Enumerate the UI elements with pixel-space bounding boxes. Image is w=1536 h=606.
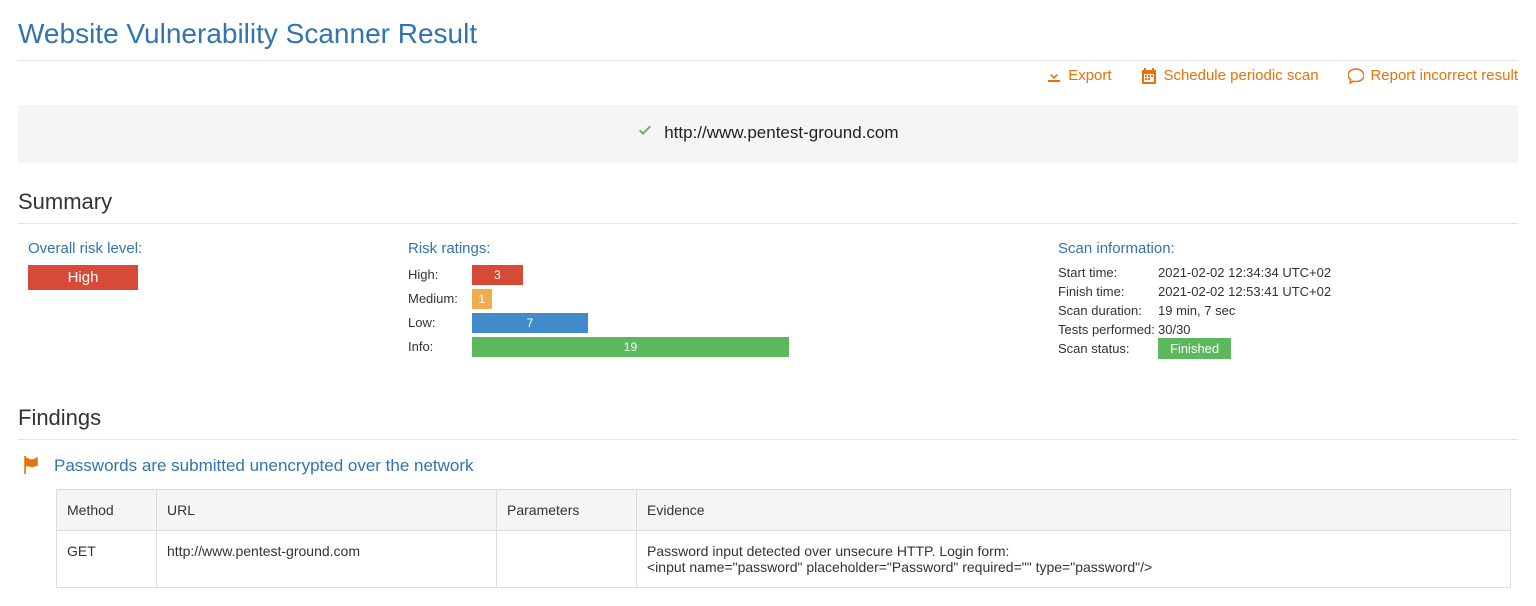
rating-label-low: Low: xyxy=(408,315,472,330)
overall-risk-badge: High xyxy=(28,265,138,290)
finding-title: Passwords are submitted unencrypted over… xyxy=(54,456,474,476)
col-parameters: Parameters xyxy=(497,489,637,530)
rating-row-info: Info: 19 xyxy=(408,337,1038,357)
evidence-line-1: Password input detected over unsecure HT… xyxy=(647,543,1500,559)
rating-row-low: Low: 7 xyxy=(408,313,1038,333)
rating-bar-medium: 1 xyxy=(472,289,492,309)
scan-status-badge: Finished xyxy=(1158,338,1231,359)
scan-finish-value: 2021-02-02 12:53:41 UTC+02 xyxy=(1158,284,1331,299)
finding-table: Method URL Parameters Evidence GET http:… xyxy=(56,489,1511,588)
scan-status-row: Scan status: Finished xyxy=(1058,341,1518,356)
rating-bar-info: 19 xyxy=(472,337,789,357)
target-bar: http://www.pentest-ground.com xyxy=(18,105,1518,163)
findings-heading: Findings xyxy=(18,405,1518,431)
rating-row-medium: Medium: 1 xyxy=(408,289,1038,309)
cell-parameters xyxy=(497,530,637,587)
report-button[interactable]: Report incorrect result xyxy=(1348,67,1518,84)
table-row: GET http://www.pentest-ground.com Passwo… xyxy=(57,530,1511,587)
scan-finish-row: Finish time: 2021-02-02 12:53:41 UTC+02 xyxy=(1058,284,1518,299)
scan-start-label: Start time: xyxy=(1058,265,1158,280)
risk-ratings-heading: Risk ratings: xyxy=(408,240,1038,257)
risk-ratings-col: Risk ratings: High: 3 Medium: 1 Low: 7 I… xyxy=(408,240,1038,361)
check-icon xyxy=(637,124,653,145)
scan-tests-value: 30/30 xyxy=(1158,322,1191,337)
scan-duration-value: 19 min, 7 sec xyxy=(1158,303,1235,318)
overall-risk-heading: Overall risk level: xyxy=(28,240,388,257)
calendar-icon xyxy=(1141,68,1157,84)
schedule-button[interactable]: Schedule periodic scan xyxy=(1141,67,1318,84)
comment-icon xyxy=(1348,68,1364,84)
rating-label-high: High: xyxy=(408,267,472,282)
page-title: Website Vulnerability Scanner Result xyxy=(18,18,1518,50)
col-method: Method xyxy=(57,489,157,530)
actions-bar: Export Schedule periodic scan Report inc… xyxy=(18,67,1518,87)
table-header-row: Method URL Parameters Evidence xyxy=(57,489,1511,530)
cell-evidence: Password input detected over unsecure HT… xyxy=(637,530,1511,587)
scan-info-heading: Scan information: xyxy=(1058,240,1518,257)
scan-info-col: Scan information: Start time: 2021-02-02… xyxy=(1058,240,1518,360)
download-icon xyxy=(1046,68,1062,84)
export-button[interactable]: Export xyxy=(1046,67,1111,84)
title-divider xyxy=(18,60,1518,61)
scan-tests-label: Tests performed: xyxy=(1058,322,1158,337)
scan-start-row: Start time: 2021-02-02 12:34:34 UTC+02 xyxy=(1058,265,1518,280)
summary-heading: Summary xyxy=(18,189,1518,215)
rating-label-medium: Medium: xyxy=(408,291,472,306)
target-url: http://www.pentest-ground.com xyxy=(664,123,898,142)
summary-divider xyxy=(18,223,1518,224)
export-label: Export xyxy=(1068,67,1111,84)
cell-method: GET xyxy=(57,530,157,587)
scan-finish-label: Finish time: xyxy=(1058,284,1158,299)
findings-divider xyxy=(18,439,1518,440)
scan-duration-label: Scan duration: xyxy=(1058,303,1158,318)
rating-row-high: High: 3 xyxy=(408,265,1038,285)
col-url: URL xyxy=(157,489,497,530)
scan-duration-row: Scan duration: 19 min, 7 sec xyxy=(1058,303,1518,318)
schedule-label: Schedule periodic scan xyxy=(1163,67,1318,84)
cell-url: http://www.pentest-ground.com xyxy=(157,530,497,587)
evidence-line-2: <input name="password" placeholder="Pass… xyxy=(647,559,1500,575)
rating-bar-low: 7 xyxy=(472,313,588,333)
rating-bar-high: 3 xyxy=(472,265,523,285)
flag-icon xyxy=(22,456,40,477)
scan-tests-row: Tests performed: 30/30 xyxy=(1058,322,1518,337)
finding-header[interactable]: Passwords are submitted unencrypted over… xyxy=(18,456,1518,477)
col-evidence: Evidence xyxy=(637,489,1511,530)
overall-risk-col: Overall risk level: High xyxy=(18,240,388,290)
scan-start-value: 2021-02-02 12:34:34 UTC+02 xyxy=(1158,265,1331,280)
summary-row: Overall risk level: High Risk ratings: H… xyxy=(18,240,1518,361)
report-label: Report incorrect result xyxy=(1370,67,1518,84)
scan-status-label: Scan status: xyxy=(1058,341,1158,356)
rating-label-info: Info: xyxy=(408,339,472,354)
